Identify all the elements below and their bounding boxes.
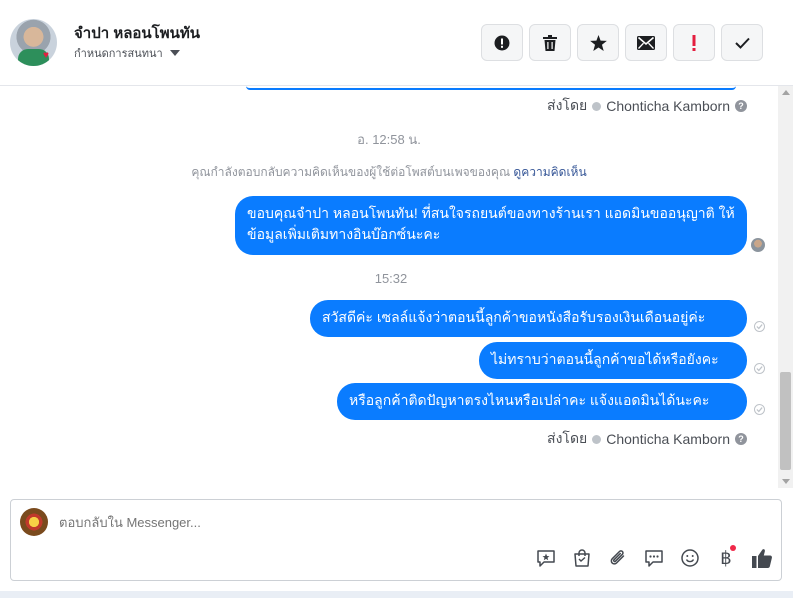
delivered-check-icon [754,321,765,332]
envelope-icon [637,35,655,50]
saved-replies-button[interactable] [533,547,559,569]
sent-by-name: Chonticha Kamborn [606,98,730,114]
mark-spam-button[interactable] [481,24,523,61]
like-button[interactable] [749,547,775,569]
reply-composer: ฿ [10,499,782,581]
timestamp: 15:32 [374,271,408,286]
schedule-label: กำหนดการสนทนา [74,48,163,60]
payment-button[interactable]: ฿ [713,545,739,569]
delete-button[interactable] [529,24,571,61]
scrollbar-thumb[interactable] [780,372,791,470]
exclamation-circle-icon [494,35,510,50]
seen-avatar [751,238,765,252]
contact-avatar[interactable]: ♥ [10,19,57,66]
checkmark-icon [734,37,750,49]
star-icon [589,34,607,51]
messenger-conversation: ♥ จำปา หลอนโพนทัน กำหนดการสนทนา ส่งโดย C… [0,0,793,598]
reply-input[interactable] [59,515,659,530]
conversation-schedule-dropdown[interactable]: กำหนดการสนทนา [74,44,180,62]
scroll-down-arrow-icon[interactable] [782,479,790,484]
help-icon[interactable]: ? [735,433,747,445]
sent-by-line: ส่งโดย Chonticha Kamborn ? [547,95,747,117]
delivered-check-icon [754,363,765,374]
thread-scrollbar[interactable] [778,86,793,488]
conversation-header: ♥ จำปา หลอนโพนทัน กำหนดการสนทนา [0,0,793,86]
caret-down-icon [169,50,180,56]
star-button[interactable] [577,24,619,61]
saved-reply-icon [537,550,555,567]
message-bubble[interactable]: สวัสดีค่ะ เซลล์แจ้งว่าตอนนี้ลูกค้าขอหนัง… [310,300,747,337]
message-bubble[interactable]: ขอบคุณจำปา หลอนโพนทัน! ที่สนใจรถยนต์ของท… [235,196,747,255]
view-comment-link[interactable]: ดูความคิดเห็น [513,165,586,179]
notice-text: คุณกำลังตอบกลับความคิดเห็นของผู้ใช้ต่อโพ… [191,165,511,179]
scroll-up-arrow-icon[interactable] [782,90,790,95]
comment-reply-notice: คุณกำลังตอบกลับความคิดเห็นของผู้ใช้ต่อโพ… [0,163,778,182]
page-footer-strip [0,591,793,598]
sender-status-icon [592,101,602,111]
mark-unread-button[interactable] [625,24,667,61]
heart-icon: ♥ [43,50,49,61]
timestamp: อ. 12:58 น. [357,132,421,147]
sender-status-icon [592,434,602,444]
message-text: ขอบคุณจำปา หลอนโพนทัน! ที่สนใจรถยนต์ของท… [247,205,735,242]
paperclip-icon [610,550,625,565]
sent-by-line: ส่งโดย Chonticha Kamborn ? [547,428,747,450]
composer-toolbar: ฿ [533,545,775,569]
trash-icon [543,34,557,51]
quick-replies-button[interactable] [641,547,667,569]
message-text: สวัสดีค่ะ เซลล์แจ้งว่าตอนนี้ลูกค้าขอหนัง… [322,309,706,325]
shop-button[interactable] [569,547,595,569]
follow-up-button[interactable] [673,24,715,61]
contact-name[interactable]: จำปา หลอนโพนทัน [74,21,200,45]
message-thread[interactable]: ส่งโดย Chonticha Kamborn ? อ. 12:58 น. ค… [0,86,778,488]
attach-file-button[interactable] [605,547,631,569]
emoji-icon [681,549,699,567]
baht-payment-icon: ฿ [720,547,732,569]
shop-bag-icon [574,549,590,567]
emoji-button[interactable] [677,547,703,569]
mark-done-button[interactable] [721,24,763,61]
red-exclamation-icon [692,34,696,51]
previous-message-bubble [246,86,736,90]
header-actions [481,24,763,61]
message-bubble[interactable]: ไม่ทราบว่าตอนนี้ลูกค้าขอได้หรือยังคะ [479,342,747,379]
sent-by-name: Chonticha Kamborn [606,431,730,447]
message-text: ไม่ทราบว่าตอนนี้ลูกค้าขอได้หรือยังคะ [491,351,719,367]
thumbs-up-icon [752,549,772,568]
chat-bubble-icon [645,550,663,567]
message-text: หรือลูกค้าติดปัญหาตรงไหนหรือเปล่าคะ แจ้ง… [349,392,710,408]
sent-by-label: ส่งโดย [547,430,588,446]
sent-by-label: ส่งโดย [547,97,588,113]
notification-dot [730,545,736,551]
delivered-check-icon [754,404,765,415]
page-avatar [20,508,48,536]
help-icon[interactable]: ? [735,100,747,112]
message-bubble[interactable]: หรือลูกค้าติดปัญหาตรงไหนหรือเปล่าคะ แจ้ง… [337,383,747,420]
